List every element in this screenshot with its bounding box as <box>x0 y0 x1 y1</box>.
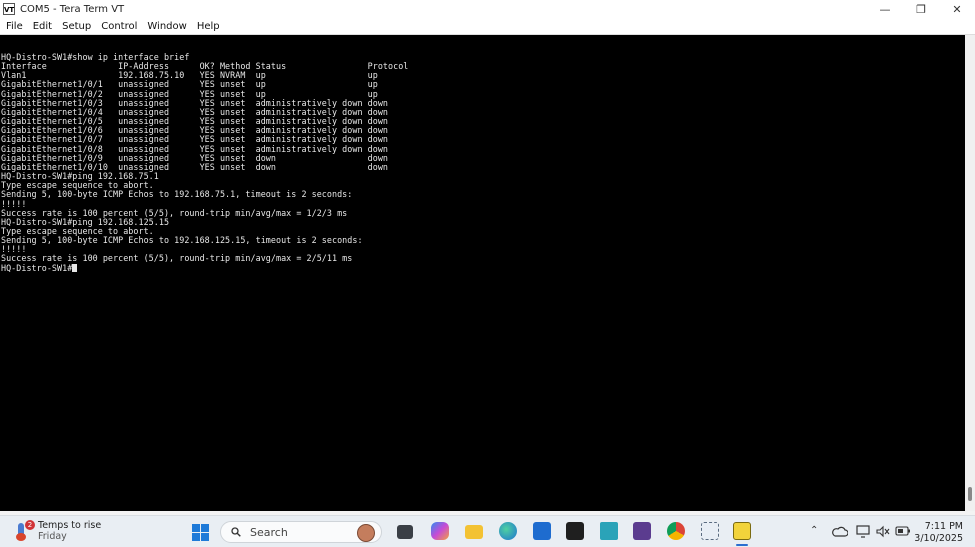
tera-term-icon[interactable] <box>733 522 751 540</box>
tera-term-app-icon[interactable]: VT <box>3 3 15 15</box>
menu-help[interactable]: Help <box>197 21 220 32</box>
onedrive-icon[interactable] <box>832 526 848 538</box>
scrollbar-thumb[interactable] <box>968 487 972 501</box>
display-icon[interactable] <box>856 525 870 538</box>
volume-muted-icon[interactable] <box>876 525 890 538</box>
maximize-button[interactable]: ❐ <box>903 0 939 18</box>
visual-studio-icon[interactable] <box>600 522 618 540</box>
task-view-icon[interactable] <box>397 525 413 539</box>
notification-badge: 2 <box>25 520 35 530</box>
system-clock[interactable]: 7:11 PM 3/10/2025 <box>914 521 963 545</box>
weather-subtitle: Friday <box>38 531 67 542</box>
thermometer-icon: 2 <box>12 520 35 541</box>
copilot-icon[interactable] <box>431 522 449 540</box>
terminal-output: HQ-Distro-SW1#show ip interface brief In… <box>0 35 965 273</box>
file-explorer-icon[interactable] <box>465 525 483 539</box>
text-cursor <box>72 263 78 272</box>
title-bar: VT COM5 - Tera Term VT — ❐ ✕ <box>0 0 975 18</box>
search-placeholder: Search <box>250 526 288 539</box>
weather-widget[interactable]: 2 Temps to rise Friday <box>12 520 101 542</box>
search-highlight-icon <box>357 524 375 542</box>
menu-window[interactable]: Window <box>147 21 186 32</box>
weather-title: Temps to rise <box>38 520 102 531</box>
taskbar-search-box[interactable]: Search <box>220 521 382 543</box>
edge-icon[interactable] <box>499 522 517 540</box>
visual-studio-2022-icon[interactable] <box>633 522 651 540</box>
terminal-line: Sending 5, 100-byte ICMP Echos to 192.16… <box>1 235 363 246</box>
clock-date: 3/10/2025 <box>914 533 963 544</box>
chrome-icon[interactable] <box>667 522 685 540</box>
close-button[interactable]: ✕ <box>939 0 975 18</box>
show-hidden-icons-chevron-icon[interactable]: ⌃ <box>810 525 818 536</box>
store-icon[interactable] <box>533 522 551 540</box>
window-controls: — ❐ ✕ <box>867 0 975 18</box>
menu-setup[interactable]: Setup <box>62 21 91 32</box>
window-title: COM5 - Tera Term VT <box>20 3 125 15</box>
menu-edit[interactable]: Edit <box>33 21 52 32</box>
snipping-tool-icon[interactable] <box>701 522 719 540</box>
menu-bar: File Edit Setup Control Window Help <box>0 18 975 35</box>
vertical-scrollbar[interactable] <box>965 35 975 511</box>
terminal-prompt[interactable]: HQ-Distro-SW1# <box>1 263 72 273</box>
minimize-button[interactable]: — <box>867 0 903 18</box>
battery-icon[interactable] <box>895 526 911 536</box>
terminal-line: Sending 5, 100-byte ICMP Echos to 192.16… <box>1 189 353 200</box>
menu-control[interactable]: Control <box>101 21 137 32</box>
windows-start-icon[interactable] <box>192 524 209 541</box>
terminal-screen[interactable]: HQ-Distro-SW1#show ip interface brief In… <box>0 35 965 511</box>
search-icon <box>231 527 241 537</box>
taskbar: 2 Temps to rise Friday Search ⌃ 7:11 PM … <box>0 515 975 547</box>
menu-file[interactable]: File <box>6 21 23 32</box>
terminal-icon[interactable] <box>566 522 584 540</box>
clock-time: 7:11 PM <box>924 521 963 532</box>
